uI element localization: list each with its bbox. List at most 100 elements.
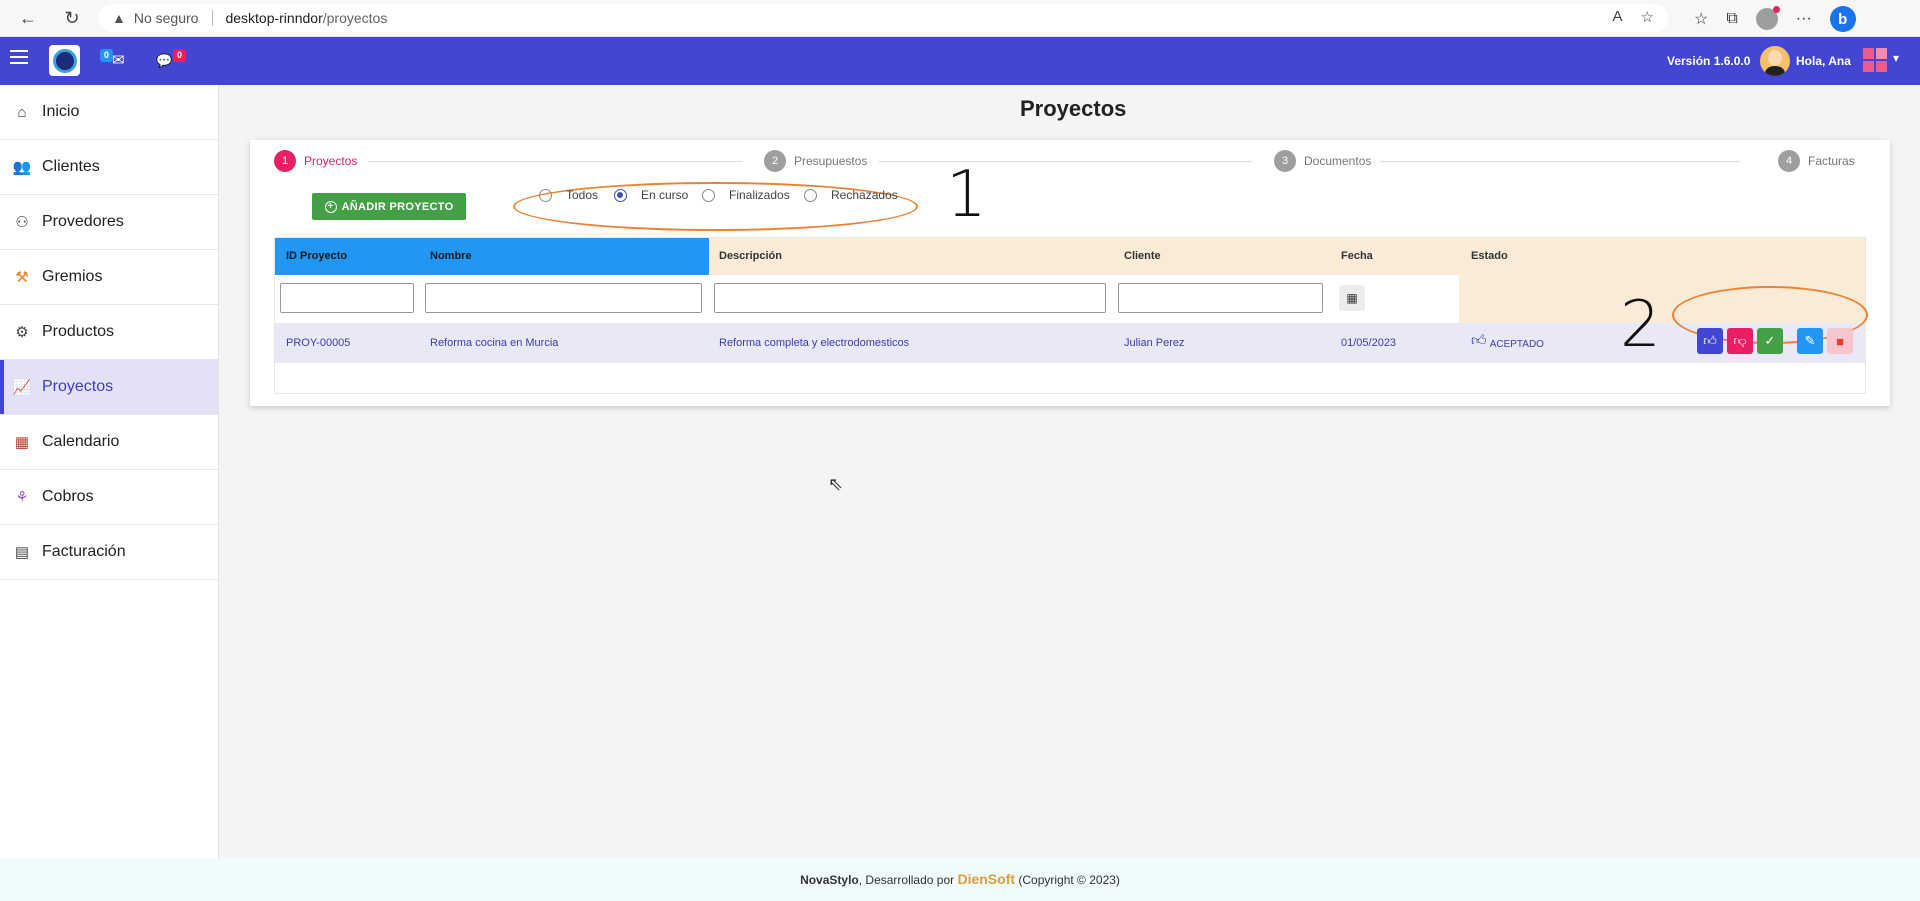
add-project-button[interactable]: + AÑADIR PROYECTO: [312, 193, 466, 220]
app-logo[interactable]: [49, 45, 80, 76]
step-presupuestos[interactable]: 2 Presupuestos: [764, 150, 867, 172]
stepper-line: [1380, 161, 1740, 162]
accept-button[interactable]: 👍︎: [1697, 328, 1723, 354]
column-header-estado[interactable]: Estado: [1471, 250, 1508, 262]
menu-icon[interactable]: [10, 50, 28, 64]
radio-label: Finalizados: [729, 188, 790, 202]
step-label: Presupuestos: [794, 154, 868, 168]
sidebar-item-label: Proyectos: [42, 378, 114, 395]
add-project-label: AÑADIR PROYECTO: [341, 200, 454, 213]
column-header-cliente[interactable]: Cliente: [1124, 250, 1161, 262]
table-header: ID Proyecto Nombre Descripción Cliente F…: [275, 238, 1865, 275]
footer-brand: NovaStylo: [800, 873, 859, 887]
status-label: ACEPTADO: [1489, 339, 1544, 350]
sidebar-item-label: Cobros: [42, 488, 94, 505]
step-documentos[interactable]: 3 Documentos: [1274, 150, 1371, 172]
warning-icon: ▲: [112, 10, 126, 26]
avatar[interactable]: [1760, 46, 1790, 76]
step-label: Facturas: [1808, 154, 1855, 168]
sidebar-item-gremios[interactable]: ⚒ Gremios: [0, 250, 218, 305]
address-bar[interactable]: ▲ No seguro desktop-rinndor/proyectos A …: [98, 4, 1668, 32]
filter-descripcion-input[interactable]: [714, 283, 1106, 313]
read-aloud-icon[interactable]: A: [1613, 8, 1623, 26]
sidebar-item-facturacion[interactable]: ▤ Facturación: [0, 525, 218, 580]
column-header-nombre[interactable]: Nombre: [430, 250, 472, 262]
step-facturas[interactable]: 4 Facturas: [1778, 150, 1855, 172]
mail-icon[interactable]: ✉: [112, 51, 125, 69]
radio-todos[interactable]: Todos: [539, 188, 598, 202]
finish-button[interactable]: ✓: [1757, 328, 1783, 354]
sidebar-item-label: Provedores: [42, 213, 124, 230]
annotation-number-1: 1: [946, 158, 987, 232]
url-path: /proyectos: [322, 10, 388, 26]
calendar-icon: ▦: [14, 434, 30, 451]
sidebar-item-clientes[interactable]: 👥 Clientes: [0, 140, 218, 195]
security-label: No seguro: [133, 10, 199, 26]
delete-button[interactable]: ■: [1827, 328, 1853, 354]
reject-button[interactable]: 👎︎: [1727, 328, 1753, 354]
filter-nombre-input[interactable]: [425, 283, 702, 313]
sidebar-item-proyectos[interactable]: 📈 Proyectos: [0, 360, 218, 415]
filter-id-input[interactable]: [280, 283, 414, 313]
favorites-icon[interactable]: ☆: [1694, 9, 1708, 29]
browser-toolbar: ← ↻ ▲ No seguro desktop-rinndor/proyecto…: [0, 0, 1920, 37]
step-number: 4: [1778, 150, 1800, 172]
payments-icon: ⚘: [15, 489, 29, 506]
url-host: desktop-rinndor: [225, 10, 323, 26]
radio-rechazados[interactable]: Rechazados: [804, 188, 898, 202]
footer-copyright: (Copyright © 2023): [1015, 873, 1120, 887]
edit-button[interactable]: ✎: [1797, 328, 1823, 354]
sidebar-item-productos[interactable]: ⚙ Productos: [0, 305, 218, 360]
sidebar-item-inicio[interactable]: ⌂ Inicio: [0, 85, 218, 140]
chat-badge: 0: [173, 49, 187, 62]
footer-text: , Desarrollado por: [858, 873, 958, 887]
profile-icon[interactable]: [1755, 6, 1780, 30]
guilds-icon: ⚒: [15, 269, 29, 286]
footer: NovaStylo, Desarrollado por DienSoft (Co…: [0, 858, 1920, 901]
back-arrow-icon[interactable]: ←: [16, 6, 40, 30]
address-separator: [212, 10, 214, 26]
sidebar-item-calendario[interactable]: ▦ Calendario: [0, 415, 218, 470]
mouse-cursor-icon: ⇖: [828, 474, 844, 494]
sidebar-item-label: Gremios: [42, 268, 103, 285]
column-header-id[interactable]: ID Proyecto: [286, 250, 347, 262]
footer-developer[interactable]: DienSoft: [957, 871, 1015, 887]
thumbs-down-icon: 👎︎: [1733, 333, 1747, 348]
cell-cliente: Julian Perez: [1124, 337, 1185, 349]
step-number: 3: [1274, 150, 1296, 172]
sidebar-item-provedores[interactable]: ⚇ Provedores: [0, 195, 218, 250]
filter-cliente-input[interactable]: [1118, 283, 1323, 313]
add-favorite-icon[interactable]: ☆: [1641, 8, 1654, 26]
cell-nombre: Reforma cocina en Murcia: [430, 337, 559, 349]
stepper-line: [368, 161, 742, 162]
sidebar-item-label: Calendario: [42, 433, 120, 450]
status-badge: 👍︎ ACEPTADO: [1471, 332, 1544, 350]
radio-finalizados[interactable]: Finalizados: [702, 188, 790, 202]
page-title: Proyectos: [1020, 96, 1127, 121]
radio-circle: [539, 188, 552, 202]
apps-grid-icon[interactable]: [1863, 48, 1887, 72]
calendar-icon[interactable]: ▦: [1339, 285, 1365, 311]
chevron-down-icon[interactable]: ▾: [1893, 51, 1899, 65]
reload-icon[interactable]: ↻: [60, 6, 84, 30]
products-icon: ⚙: [15, 324, 29, 341]
user-greeting[interactable]: Hola, Ana: [1796, 54, 1851, 68]
clients-icon: 👥: [12, 159, 32, 176]
chat-icon[interactable]: 💬: [156, 53, 172, 69]
more-menu-icon[interactable]: ···: [1796, 10, 1812, 28]
cell-fecha: 01/05/2023: [1341, 337, 1397, 349]
sidebar-item-cobros[interactable]: ⚘ Cobros: [0, 470, 218, 525]
step-proyectos[interactable]: 1 Proyectos: [274, 150, 357, 172]
column-header-fecha[interactable]: Fecha: [1341, 250, 1373, 262]
sidebar-item-label: Clientes: [42, 158, 100, 175]
app-header: ✉ 0 💬 0 Versión 1.6.0.0 Hola, Ana ▾: [0, 37, 1920, 85]
mail-badge: 0: [100, 49, 114, 62]
radio-en-curso[interactable]: En curso: [614, 188, 688, 202]
collections-icon[interactable]: ⧉: [1726, 10, 1737, 28]
projects-card: 1 Proyectos 2 Presupuestos 3 Documentos …: [250, 140, 1890, 406]
radio-circle: [804, 188, 817, 202]
column-header-descripcion[interactable]: Descripción: [719, 250, 782, 262]
sidebar: ⌂ Inicio 👥 Clientes ⚇ Provedores ⚒ Gremios ⚙…: [0, 85, 219, 858]
step-number: 2: [764, 150, 786, 172]
bing-icon[interactable]: b: [1829, 6, 1856, 32]
